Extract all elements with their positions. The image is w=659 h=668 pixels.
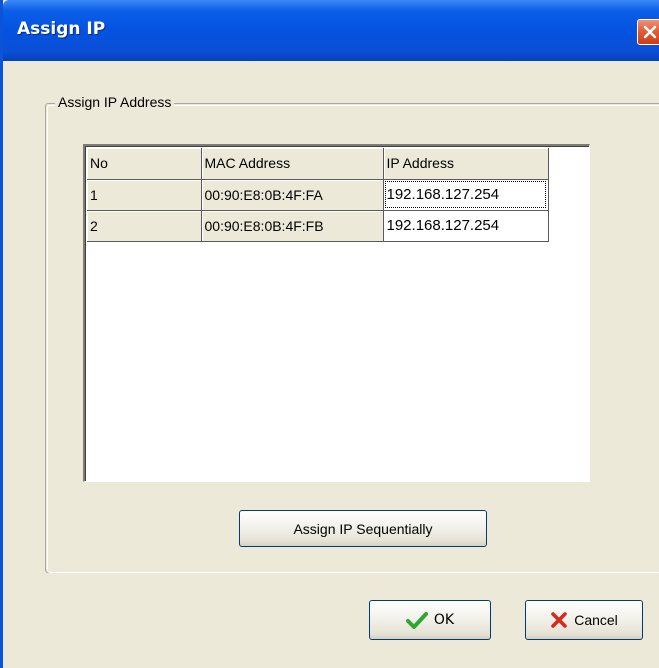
close-icon: [643, 25, 657, 39]
mac-address-cell: 00:90:E8:0B:4F:FA: [201, 179, 384, 211]
assign-ip-dialog: Assign IP Assign IP Address No MAC Addre…: [0, 0, 659, 668]
cancel-button[interactable]: Cancel: [525, 600, 643, 640]
cancel-label: Cancel: [574, 612, 618, 628]
x-icon: [550, 611, 568, 629]
table-row[interactable]: 1 00:90:E8:0B:4F:FA 192.168.127.254: [87, 179, 549, 211]
column-header-mac[interactable]: MAC Address: [201, 148, 384, 180]
ip-address-cell[interactable]: 192.168.127.254: [383, 179, 549, 211]
row-number-cell: 2: [87, 210, 202, 242]
ip-address-cell[interactable]: 192.168.127.254: [383, 210, 549, 242]
ip-grid[interactable]: No MAC Address IP Address 1 00:90:E8:0B:…: [83, 144, 590, 482]
ok-label: OK: [433, 612, 455, 628]
row-number-cell: 1: [87, 179, 202, 211]
ip-table: No MAC Address IP Address 1 00:90:E8:0B:…: [87, 148, 549, 242]
table-row[interactable]: 2 00:90:E8:0B:4F:FB 192.168.127.254: [87, 210, 549, 242]
table-header-row: No MAC Address IP Address: [87, 148, 549, 180]
assign-ip-sequentially-label: Assign IP Sequentially: [293, 520, 433, 537]
window-title: Assign IP: [17, 19, 106, 39]
checkmark-icon: [405, 611, 428, 629]
group-label: Assign IP Address: [55, 94, 175, 110]
ok-button[interactable]: OK: [369, 600, 491, 640]
mac-address-cell: 00:90:E8:0B:4F:FB: [201, 210, 384, 242]
column-header-no[interactable]: No: [87, 148, 202, 180]
title-bar[interactable]: Assign IP: [3, 0, 659, 61]
assign-ip-sequentially-button[interactable]: Assign IP Sequentially: [239, 510, 487, 547]
close-button[interactable]: [637, 19, 659, 45]
column-header-ip[interactable]: IP Address: [383, 148, 549, 180]
